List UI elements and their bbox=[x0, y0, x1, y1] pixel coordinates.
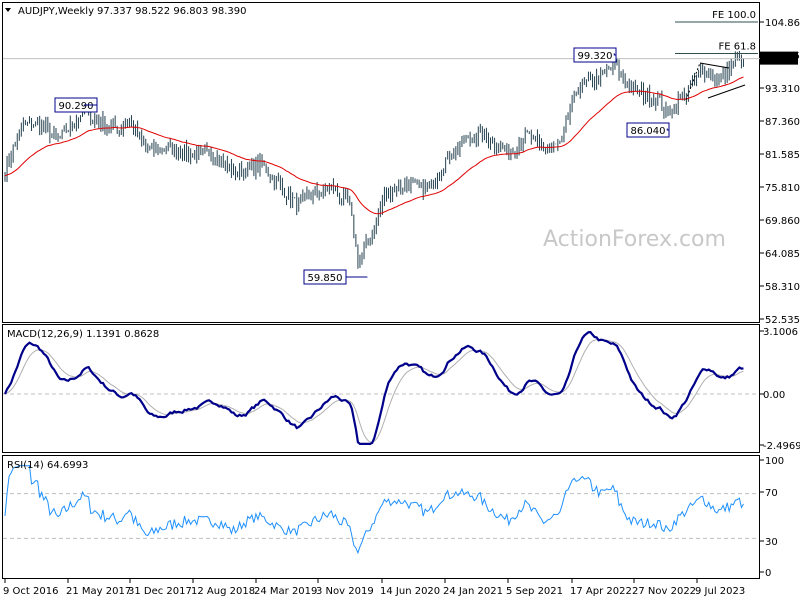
macd-title: MACD(12,26,9) 1.1391 0.8628 bbox=[7, 329, 159, 340]
current-price-value: 98.390 bbox=[763, 55, 798, 66]
price-label-leader bbox=[83, 104, 97, 106]
y-tick-label: 58.310 bbox=[765, 282, 800, 293]
y-tick-label: 87.360 bbox=[765, 117, 800, 128]
y-tick-label: 104.860 bbox=[765, 18, 800, 29]
price-label: 86.040 bbox=[631, 126, 666, 137]
x-tick-label: 9 Jul 2023 bbox=[695, 586, 745, 597]
x-tick-label: 27 Nov 2022 bbox=[632, 586, 696, 597]
x-tick-label: 12 Aug 2018 bbox=[191, 586, 255, 597]
y-tick-label: 69.860 bbox=[765, 216, 800, 227]
macd-y-tick-label: 0.00 bbox=[763, 390, 785, 401]
rsi-title: RSI(14) 64.6993 bbox=[7, 460, 88, 471]
price-label: 59.850 bbox=[308, 273, 343, 284]
x-tick-label: 31 Dec 2017 bbox=[128, 586, 192, 597]
x-tick-label: 9 Oct 2016 bbox=[3, 586, 58, 597]
y-tick-label: 75.810 bbox=[765, 183, 800, 194]
x-tick-label: 5 Sep 2021 bbox=[506, 586, 563, 597]
rsi-y-tick-label: 70 bbox=[765, 488, 778, 499]
y-tick-label: 81.585 bbox=[765, 150, 800, 161]
rsi-panel bbox=[2, 455, 760, 579]
rsi-y-tick-label: 30 bbox=[765, 537, 778, 548]
x-tick-label: 24 Mar 2019 bbox=[254, 586, 317, 597]
price-label: 99.320 bbox=[578, 51, 613, 62]
rsi-y-tick-label: 100 bbox=[765, 456, 784, 467]
x-tick-label: 21 May 2017 bbox=[66, 586, 131, 597]
y-tick-label: 93.310 bbox=[765, 84, 800, 95]
watermark: ActionForex.com bbox=[543, 227, 726, 252]
ohlc-readout: 97.337 98.522 96.803 98.390 bbox=[97, 6, 247, 17]
macd-y-tick-label: -2.4969 bbox=[763, 441, 800, 452]
y-tick-label: 52.535 bbox=[765, 315, 800, 326]
y-tick-label: 64.085 bbox=[765, 249, 800, 260]
chart-canvas: ActionForex.com FE 100.0 FE 61.8 90.290 59.… bbox=[2, 2, 800, 597]
price-panel bbox=[2, 2, 760, 323]
macd-y-tick-label: 3.1006 bbox=[763, 327, 798, 338]
x-tick-label: 3 Nov 2019 bbox=[316, 586, 374, 597]
price-label: 90.290 bbox=[59, 101, 94, 112]
fe-level-label: FE 61.8 bbox=[718, 42, 756, 53]
symbol-label: AUDJPY,Weekly bbox=[18, 6, 94, 17]
fe-level-label: FE 100.0 bbox=[712, 10, 756, 21]
rsi-y-tick-label: 0 bbox=[765, 568, 771, 579]
x-tick-label: 14 Jun 2020 bbox=[380, 586, 440, 597]
x-tick-label: 24 Jan 2021 bbox=[443, 586, 503, 597]
x-tick-label: 17 Apr 2022 bbox=[570, 586, 632, 597]
